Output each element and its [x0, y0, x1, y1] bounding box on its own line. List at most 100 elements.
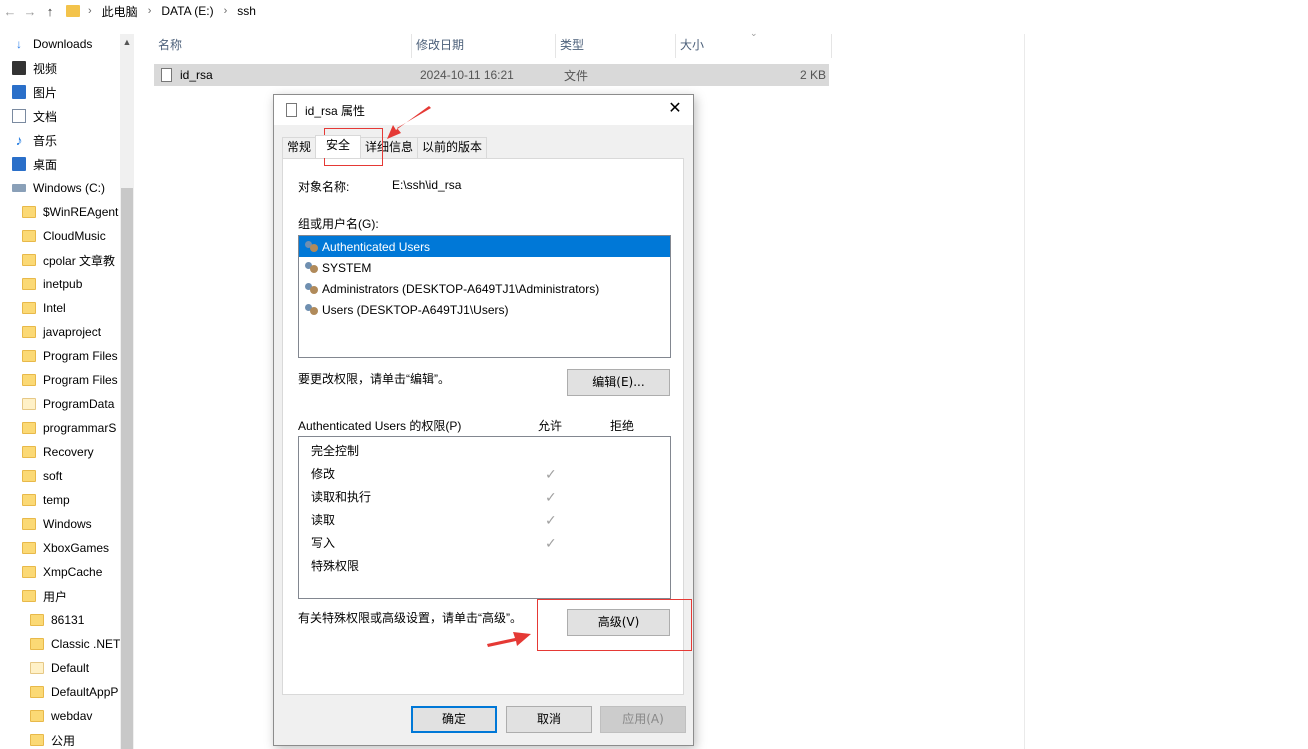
folder-icon [22, 590, 36, 602]
column-type[interactable]: 类型 [556, 34, 676, 58]
breadcrumb-item[interactable]: 此电脑 [102, 3, 138, 20]
sidebar-item-label: Downloads [33, 37, 93, 51]
sidebar-item-label: Classic .NET [51, 637, 121, 651]
sidebar-item[interactable]: 图片 [12, 80, 57, 104]
tab-security[interactable]: 安全 [315, 135, 362, 158]
pictures-icon [12, 85, 26, 99]
sidebar-item[interactable]: DefaultAppP [30, 680, 118, 704]
annotation-box-advanced [537, 599, 692, 651]
sidebar-item[interactable]: soft [22, 464, 62, 488]
sidebar-item[interactable]: 文档 [12, 104, 57, 128]
folder-icon [30, 686, 44, 698]
sidebar-item[interactable]: Classic .NET [30, 632, 120, 656]
sidebar-item[interactable]: Windows [22, 512, 92, 536]
cancel-button[interactable]: 取消 [506, 706, 592, 733]
folder-icon [30, 662, 44, 674]
folder-icon [22, 422, 36, 434]
file-modified: 2024-10-11 16:21 [420, 68, 514, 82]
sidebar-item[interactable]: 86131 [30, 608, 84, 632]
apply-button[interactable]: 应用(A) [600, 706, 686, 733]
sidebar-item[interactable]: 公用 [30, 728, 75, 749]
sidebar-item[interactable]: Intel [22, 296, 66, 320]
sidebar-item-label: 文档 [33, 109, 58, 124]
list-item[interactable]: Administrators (DESKTOP-A649TJ1\Administ… [299, 278, 670, 299]
sidebar-item-label: XmpCache [43, 565, 103, 579]
sidebar-item-label: 86131 [51, 613, 85, 627]
sidebar-item[interactable]: ↓ Downloads [12, 34, 92, 56]
breadcrumb-item[interactable]: ssh [237, 4, 256, 18]
sidebar-item[interactable]: ♪ 音乐 [12, 128, 58, 152]
sidebar-item-label: 用户 [43, 589, 68, 604]
folder-icon [22, 398, 36, 410]
sidebar-item[interactable]: 视频 [12, 56, 57, 80]
users-group-icon [304, 261, 320, 275]
back-arrow-icon[interactable]: ← [0, 4, 20, 19]
sidebar-item[interactable]: $WinREAgent [22, 200, 118, 224]
sidebar-item[interactable]: javaproject [22, 320, 101, 344]
sidebar-item[interactable]: Default [30, 656, 89, 680]
annotation-arrow-icon [487, 632, 531, 647]
folder-icon [22, 374, 36, 386]
users-group-icon [304, 240, 320, 254]
users-listbox[interactable]: Authenticated Users SYSTEM Administrator… [298, 235, 671, 358]
sidebar-item[interactable]: programmarS [22, 416, 116, 440]
navigation-pane: ↓ Downloads 视频 图片文档 ♪ 音乐桌面 Windows (C:) $WinREA… [0, 34, 134, 749]
list-item[interactable]: SYSTEM [299, 257, 670, 278]
allow-header: 允许 [538, 419, 563, 433]
annotation-arrow-icon [387, 106, 431, 139]
tab-general[interactable]: 常规 [282, 137, 317, 158]
sidebar-scrollbar[interactable]: ▲ [120, 34, 134, 749]
forward-arrow-icon[interactable]: → [20, 4, 40, 19]
sidebar-item[interactable]: Recovery [22, 440, 94, 464]
sidebar-item-label: CloudMusic [43, 229, 106, 243]
documents-icon [12, 109, 26, 123]
video-icon [12, 61, 26, 75]
column-name[interactable]: 名称 [154, 34, 412, 58]
sidebar-item[interactable]: CloudMusic [22, 224, 106, 248]
sidebar-item[interactable]: cpolar 文章教 [22, 248, 115, 272]
sidebar-item[interactable]: Windows (C:) [12, 176, 105, 200]
sidebar-item[interactable]: inetpub [22, 272, 82, 296]
scrollbar-thumb[interactable] [121, 188, 133, 749]
sidebar-item[interactable]: ProgramData [22, 392, 114, 416]
object-name-label: 对象名称: [298, 180, 350, 194]
folder-icon [22, 566, 36, 578]
up-arrow-icon[interactable]: ↑ [40, 4, 60, 19]
folder-icon [30, 710, 44, 722]
folder-icon [30, 614, 44, 626]
breadcrumb-item[interactable]: DATA (E:) [161, 4, 213, 18]
folder-icon [22, 278, 36, 290]
edit-button[interactable]: 编辑(E)... [567, 369, 670, 396]
allow-check-icon: ✓ [545, 489, 557, 505]
list-item[interactable]: Users (DESKTOP-A649TJ1\Users) [299, 299, 670, 320]
sidebar-item-label: temp [43, 493, 70, 507]
folder-icon [22, 350, 36, 362]
object-name-value: E:\ssh\id_rsa [392, 178, 462, 192]
sidebar-item[interactable]: XmpCache [22, 560, 102, 584]
sidebar-item[interactable]: XboxGames [22, 536, 109, 560]
column-headers: 名称 修改日期 类型 大小 [154, 34, 832, 58]
close-icon[interactable]: ✕ [667, 101, 683, 117]
sidebar-item[interactable]: 桌面 [12, 152, 57, 176]
ok-button[interactable]: 确定 [411, 706, 497, 733]
list-item[interactable]: Authenticated Users [299, 236, 670, 257]
column-modified[interactable]: 修改日期 [412, 34, 556, 58]
folder-icon [66, 5, 80, 17]
sidebar-item[interactable]: Program Files [22, 344, 118, 368]
folder-icon [22, 302, 36, 314]
sidebar-item-label: 桌面 [33, 157, 58, 172]
file-icon [161, 68, 172, 82]
group-label: 组或用户名(G): [298, 217, 379, 231]
sidebar-item[interactable]: Program Files [22, 368, 118, 392]
sidebar-item[interactable]: temp [22, 488, 70, 512]
permissions-label: Authenticated Users 的权限(P) [298, 419, 462, 433]
sidebar-item-label: Program Files [43, 349, 118, 363]
folder-icon [22, 518, 36, 530]
file-row[interactable]: id_rsa 2024-10-11 16:21 文件 2 KB [154, 64, 829, 86]
folder-icon [22, 254, 36, 266]
scroll-up-icon[interactable]: ▲ [120, 34, 134, 50]
sidebar-item-label: inetpub [43, 277, 83, 291]
sidebar-item-label: 音乐 [33, 133, 58, 148]
sidebar-item[interactable]: webdav [30, 704, 92, 728]
sidebar-item[interactable]: 用户 [22, 584, 67, 608]
